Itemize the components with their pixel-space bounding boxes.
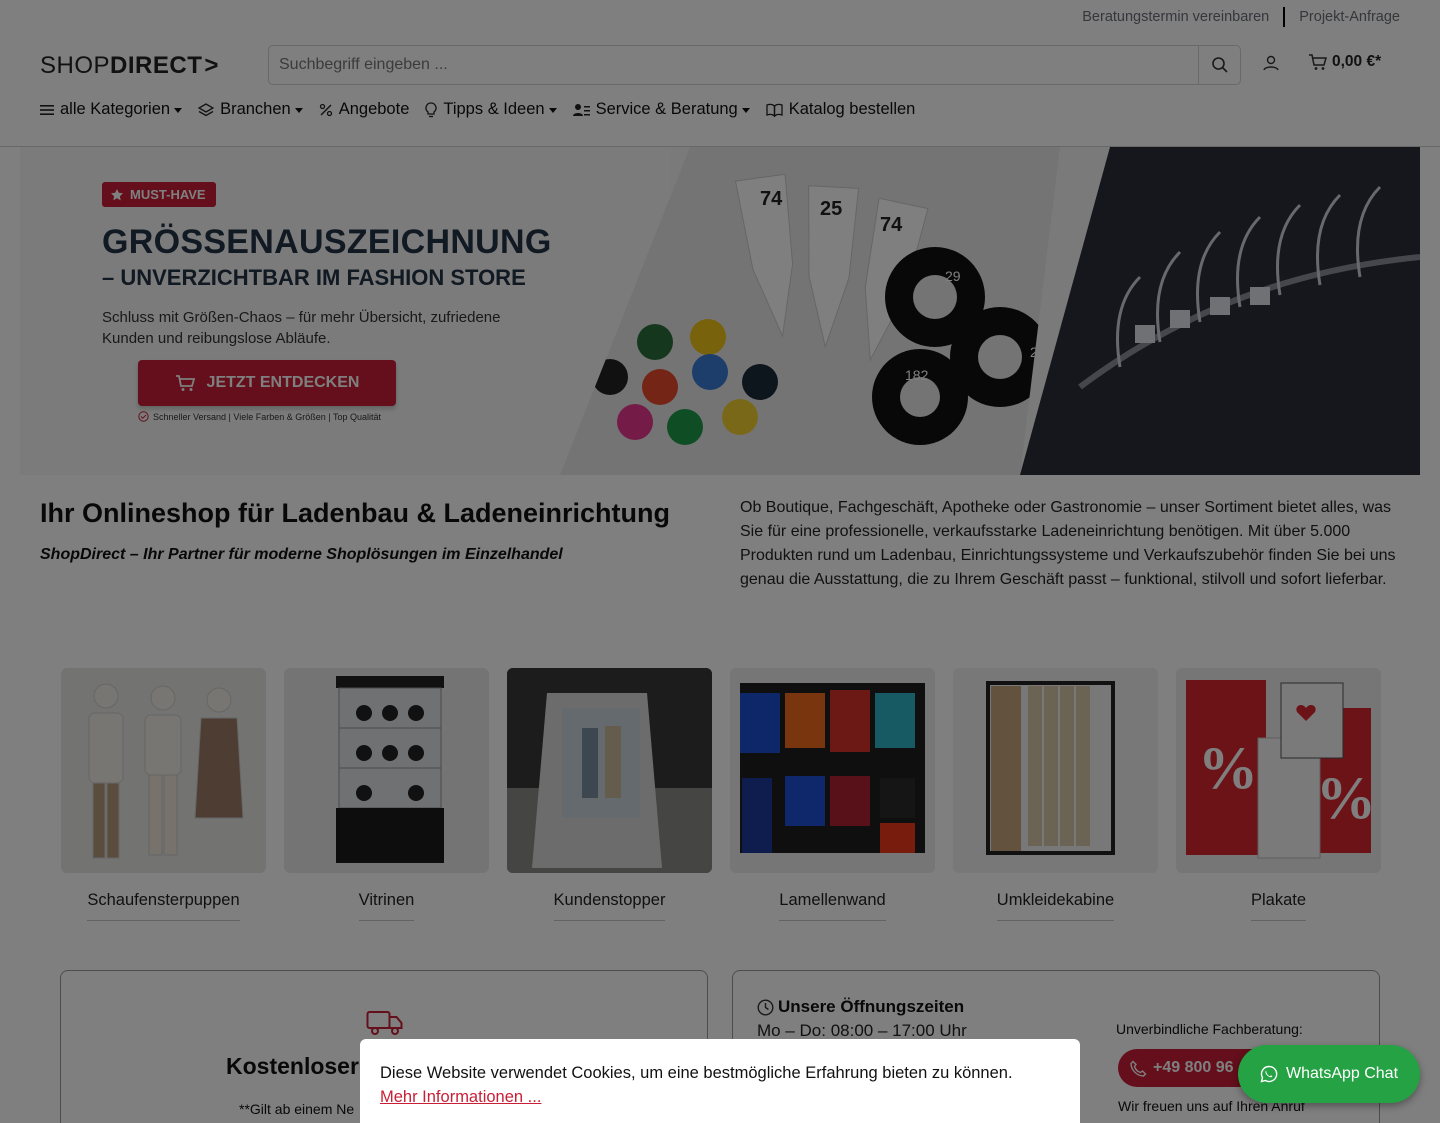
- cookie-more-info-link[interactable]: Mehr Informationen ...: [380, 1088, 541, 1106]
- whatsapp-label: WhatsApp Chat: [1285, 1065, 1399, 1082]
- cookie-banner: Diese Website verwendet Cookies, um eine…: [360, 1039, 1080, 1123]
- whatsapp-chat-button[interactable]: WhatsApp Chat: [1238, 1045, 1420, 1103]
- cookie-overlay: [0, 0, 1440, 1123]
- cookie-text: Diese Website verwendet Cookies, um eine…: [380, 1064, 1013, 1082]
- whatsapp-icon: [1260, 1065, 1278, 1083]
